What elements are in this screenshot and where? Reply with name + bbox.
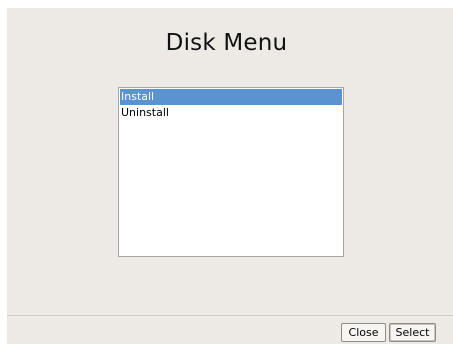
select-button[interactable]: Select <box>389 323 436 342</box>
close-button[interactable]: Close <box>341 323 386 342</box>
dialog-title: Disk Menu <box>165 30 288 56</box>
disk-menu-listbox[interactable]: Install Uninstall <box>118 87 344 257</box>
list-item-uninstall[interactable]: Uninstall <box>120 105 342 121</box>
list-item-install[interactable]: Install <box>120 89 342 105</box>
button-bar-separator <box>7 315 453 316</box>
